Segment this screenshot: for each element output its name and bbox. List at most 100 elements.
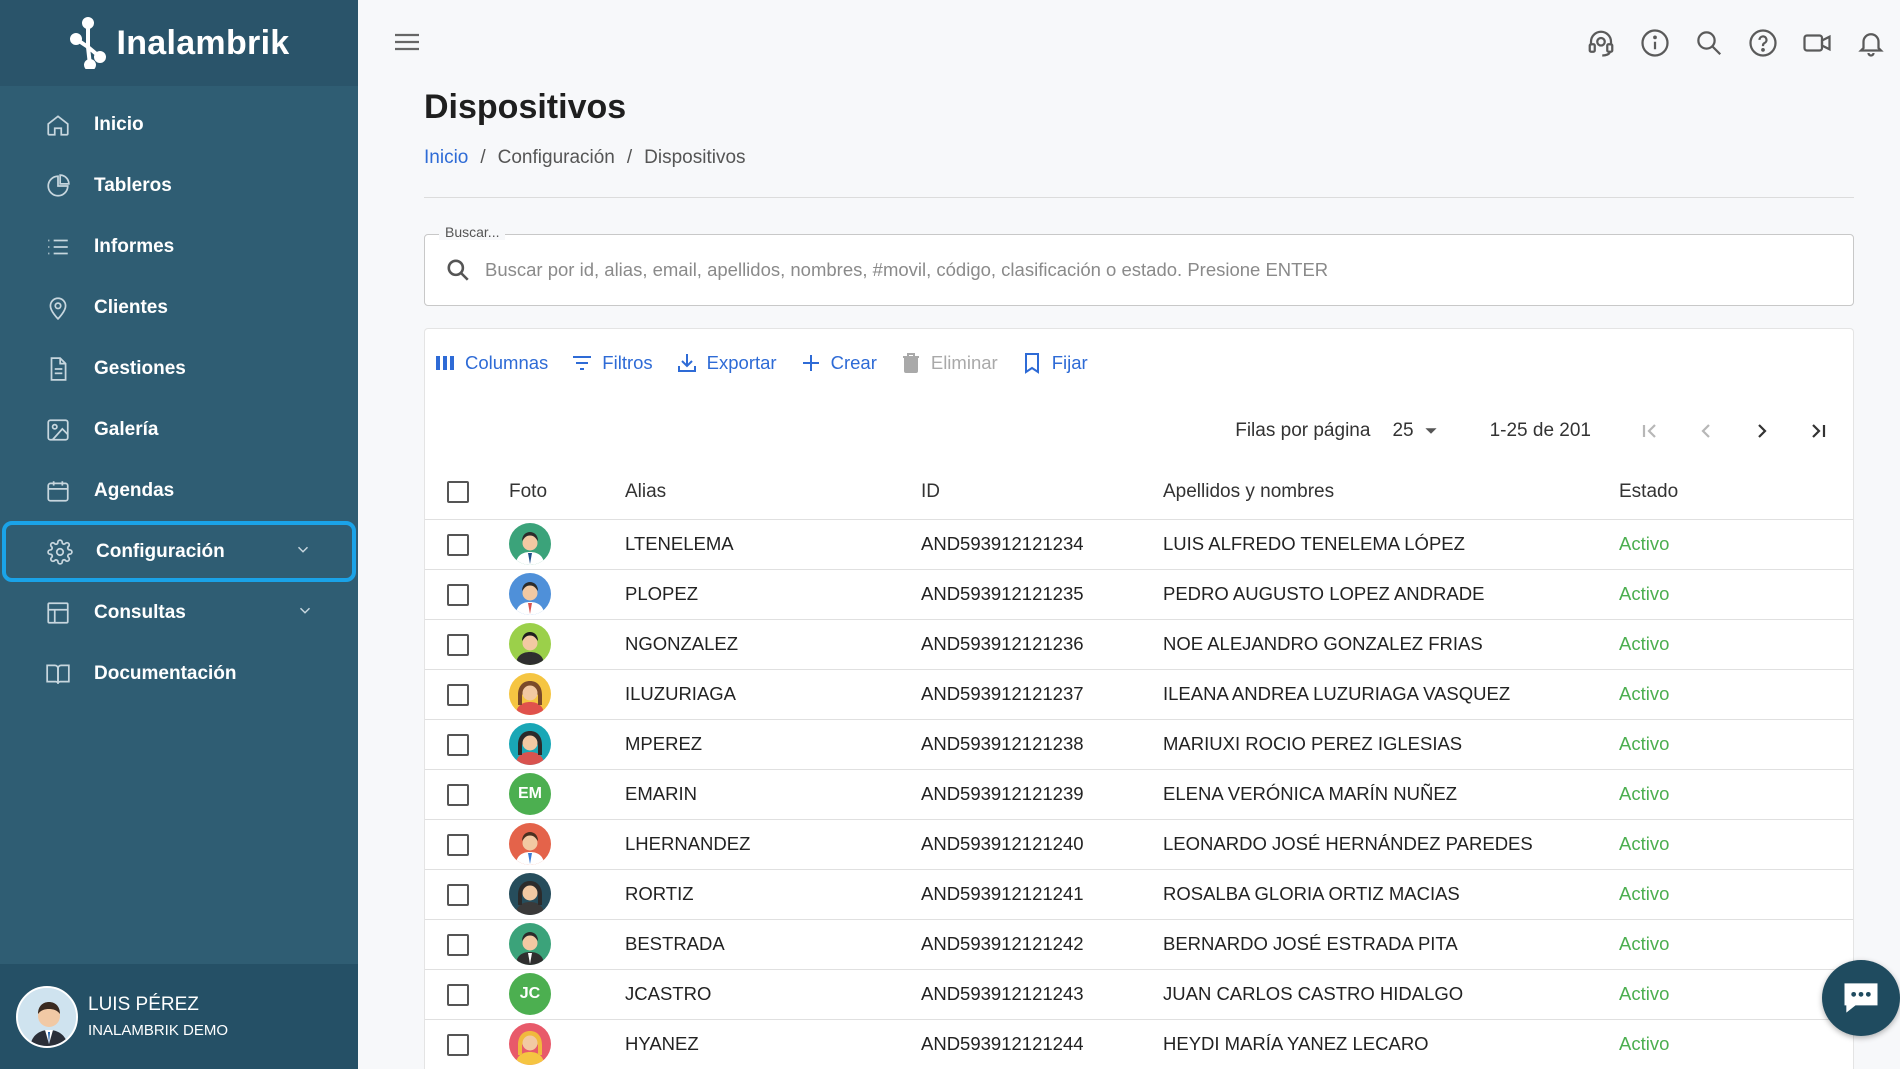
table-row[interactable]: EM EMARIN AND593912121239 ELENA VERÓNICA… bbox=[425, 769, 1853, 820]
sidebar-item-informes[interactable]: Informes bbox=[0, 216, 358, 277]
chevron-left-icon bbox=[1701, 424, 1710, 438]
list-icon bbox=[44, 233, 72, 261]
sidebar-item-label: Galería bbox=[94, 418, 159, 440]
name-cell: JUAN CARLOS CASTRO HIDALGO bbox=[1163, 969, 1619, 1020]
inalambrik-logo-icon bbox=[70, 17, 107, 69]
sidebar-item-documentacion[interactable]: Documentación bbox=[0, 643, 358, 704]
bell-icon[interactable] bbox=[1854, 26, 1888, 60]
user-profile[interactable]: LUIS PÉREZ INALAMBRIK DEMO bbox=[0, 964, 358, 1069]
first-page-button[interactable] bbox=[1633, 414, 1667, 448]
video-icon[interactable] bbox=[1800, 26, 1834, 60]
table-row[interactable]: HYANEZ AND593912121244 HEYDI MARÍA YANEZ… bbox=[425, 1019, 1853, 1069]
sidebar-item-agendas[interactable]: Agendas bbox=[0, 460, 358, 521]
row-checkbox[interactable] bbox=[447, 633, 469, 656]
rows-per-page-select[interactable]: 25 bbox=[1392, 420, 1437, 442]
breadcrumb-link-inicio[interactable]: Inicio bbox=[424, 147, 468, 169]
row-checkbox[interactable] bbox=[447, 583, 469, 606]
calendar-icon bbox=[44, 477, 72, 505]
row-checkbox[interactable] bbox=[447, 1033, 469, 1056]
column-header-name[interactable]: Apellidos y nombres bbox=[1163, 465, 1619, 520]
row-checkbox[interactable] bbox=[447, 783, 469, 806]
delete-button[interactable]: Eliminar bbox=[899, 351, 998, 375]
chevron-down-icon bbox=[296, 601, 314, 624]
brand-name: Inalambrik bbox=[116, 23, 290, 62]
column-header-foto[interactable]: Foto bbox=[509, 465, 625, 520]
id-cell: AND593912121242 bbox=[921, 919, 1163, 970]
status-cell: Activo bbox=[1619, 1019, 1853, 1069]
filters-button[interactable]: Filtros bbox=[570, 351, 653, 375]
status-cell: Activo bbox=[1619, 969, 1853, 1020]
row-select-cell bbox=[425, 519, 509, 570]
help-icon[interactable] bbox=[1746, 26, 1780, 60]
export-button[interactable]: Exportar bbox=[675, 351, 777, 375]
table-row[interactable]: JC JCASTRO AND593912121243 JUAN CARLOS C… bbox=[425, 969, 1853, 1020]
sidebar-item-clientes[interactable]: Clientes bbox=[0, 277, 358, 338]
row-checkbox[interactable] bbox=[447, 983, 469, 1006]
table-row[interactable]: ILUZURIAGA AND593912121237 ILEANA ANDREA… bbox=[425, 669, 1853, 720]
hamburger-icon bbox=[395, 33, 419, 51]
row-select-cell bbox=[425, 769, 509, 820]
rows-per-page-value: 25 bbox=[1392, 420, 1414, 441]
table-row[interactable]: LHERNANDEZ AND593912121240 LEONARDO JOSÉ… bbox=[425, 819, 1853, 870]
brand-logo[interactable]: Inalambrik bbox=[0, 0, 358, 86]
id-cell: AND593912121243 bbox=[921, 969, 1163, 1020]
sidebar-item-label: Agendas bbox=[94, 479, 175, 501]
row-checkbox[interactable] bbox=[447, 833, 469, 856]
select-all-checkbox[interactable] bbox=[447, 480, 469, 503]
sidebar-item-label: Documentación bbox=[94, 662, 237, 684]
avatar bbox=[509, 1023, 551, 1065]
top-bar bbox=[358, 0, 1900, 86]
pin-button[interactable]: Fijar bbox=[1020, 351, 1088, 375]
next-page-button[interactable] bbox=[1745, 414, 1779, 448]
columns-button[interactable]: Columnas bbox=[433, 351, 548, 375]
create-button[interactable]: Crear bbox=[799, 351, 877, 375]
row-select-cell bbox=[425, 819, 509, 870]
table-row[interactable]: BESTRADA AND593912121242 BERNARDO JOSÉ E… bbox=[425, 919, 1853, 970]
row-checkbox[interactable] bbox=[447, 933, 469, 956]
table-row[interactable]: MPEREZ AND593912121238 MARIUXI ROCIO PER… bbox=[425, 719, 1853, 770]
table-row[interactable]: PLOPEZ AND593912121235 PEDRO AUGUSTO LOP… bbox=[425, 569, 1853, 620]
id-cell: AND593912121239 bbox=[921, 769, 1163, 820]
previous-page-button[interactable] bbox=[1689, 414, 1723, 448]
support-agent-icon[interactable] bbox=[1584, 26, 1618, 60]
status-cell: Activo bbox=[1619, 719, 1853, 770]
last-page-button[interactable] bbox=[1801, 414, 1835, 448]
breadcrumb-separator: / bbox=[626, 147, 633, 168]
sidebar-item-gestiones[interactable]: Gestiones bbox=[0, 338, 358, 399]
sidebar-item-label: Informes bbox=[94, 235, 175, 257]
photo-cell bbox=[509, 819, 625, 870]
row-checkbox[interactable] bbox=[447, 883, 469, 906]
table-body: LTENELEMA AND593912121234 LUIS ALFREDO T… bbox=[425, 519, 1853, 1069]
avatar bbox=[509, 823, 551, 865]
menu-toggle-button[interactable] bbox=[394, 30, 420, 59]
row-checkbox[interactable] bbox=[447, 683, 469, 706]
row-checkbox[interactable] bbox=[447, 533, 469, 556]
table-row[interactable]: NGONZALEZ AND593912121236 NOE ALEJANDRO … bbox=[425, 619, 1853, 670]
column-header-alias[interactable]: Alias bbox=[625, 465, 921, 520]
photo-cell: EM bbox=[509, 769, 625, 820]
rows-per-page-label: Filas por página bbox=[1235, 420, 1371, 441]
sidebar-item-tableros[interactable]: Tableros bbox=[0, 155, 358, 216]
sidebar-item-inicio[interactable]: Inicio bbox=[0, 94, 358, 155]
photo-cell bbox=[509, 869, 625, 920]
sidebar-item-consultas[interactable]: Consultas bbox=[0, 582, 358, 643]
sidebar: Inalambrik Inicio Tableros Informes Clie… bbox=[0, 0, 358, 1069]
column-header-id[interactable]: ID bbox=[921, 465, 1163, 520]
breadcrumb-item-current: Dispositivos bbox=[644, 147, 746, 168]
chat-button[interactable] bbox=[1822, 960, 1900, 1036]
id-cell: AND593912121240 bbox=[921, 819, 1163, 870]
row-select-cell bbox=[425, 869, 509, 920]
id-cell: AND593912121244 bbox=[921, 1019, 1163, 1069]
search-icon[interactable] bbox=[1692, 26, 1726, 60]
sidebar-item-configuracion[interactable]: Configuración bbox=[2, 521, 356, 582]
sidebar-item-galeria[interactable]: Galería bbox=[0, 399, 358, 460]
photo-cell bbox=[509, 1019, 625, 1069]
row-checkbox[interactable] bbox=[447, 733, 469, 756]
search-field[interactable]: Buscar... bbox=[424, 224, 1854, 306]
table-row[interactable]: RORTIZ AND593912121241 ROSALBA GLORIA OR… bbox=[425, 869, 1853, 920]
table-row[interactable]: LTENELEMA AND593912121234 LUIS ALFREDO T… bbox=[425, 519, 1853, 570]
column-header-status[interactable]: Estado bbox=[1619, 465, 1853, 520]
sidebar-item-label: Inicio bbox=[94, 113, 144, 135]
search-input[interactable] bbox=[485, 259, 1853, 281]
info-icon[interactable] bbox=[1638, 26, 1672, 60]
